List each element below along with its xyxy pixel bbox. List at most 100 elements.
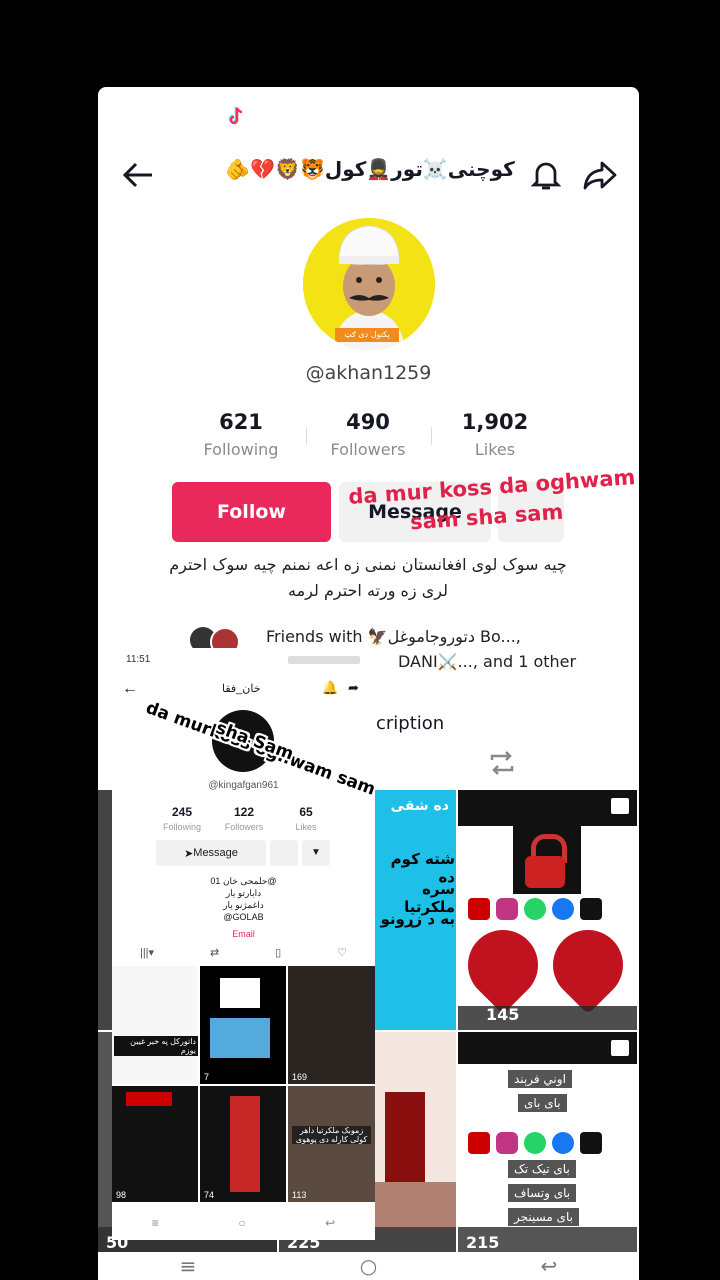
video-tile[interactable]: 98 — [112, 1086, 198, 1202]
message-label: Message — [193, 847, 238, 859]
subscription-text[interactable]: cription — [376, 713, 444, 734]
stat-followers[interactable]: 490 Followers — [308, 410, 428, 459]
stat-following[interactable]: 621 Following — [181, 410, 301, 459]
menu-nav-button[interactable]: ≡ — [180, 1254, 197, 1278]
divider — [431, 427, 432, 445]
tile-caption: داتورکل په خبر غیبن یوزم — [114, 1036, 198, 1056]
view-count: 145 — [486, 1005, 520, 1024]
follow-button[interactable]: Follow — [172, 482, 331, 542]
share-button[interactable] — [580, 155, 620, 195]
friends-text[interactable]: Friends with 🦅دتوروجاموغل Bo..., — [266, 627, 521, 646]
video-tile[interactable]: زموبک ملکرتیا داهر کولی کارله دی پوهوی 1… — [288, 1086, 375, 1202]
tiktok-logo-icon — [226, 105, 246, 127]
view-count: 7 — [204, 1072, 210, 1082]
share-icon[interactable]: ➦ — [348, 680, 359, 696]
system-nav-bar: ≡ ○ ↩ — [98, 1252, 639, 1280]
share-icon — [583, 161, 617, 190]
message-button[interactable]: ➤ Message — [156, 840, 266, 866]
video-tile[interactable]: 145 145 — [458, 790, 637, 1030]
notifications-button[interactable] — [526, 155, 566, 195]
view-count: 74 — [204, 1190, 215, 1200]
status-icons — [288, 656, 360, 664]
video-tile[interactable]: ده شقی شته کوم ده سره ملکرتیا به د زړونو — [375, 790, 456, 1030]
view-count: 98 — [116, 1190, 127, 1200]
video-tile[interactable] — [98, 790, 112, 1030]
stat-value: 1,902 — [461, 410, 529, 434]
tab-saved-icon[interactable]: ▯ — [275, 946, 281, 962]
bell-icon[interactable]: 🔔 — [322, 680, 338, 696]
tile-text: به د زړونو — [380, 910, 455, 928]
stat-value: 490 — [346, 410, 390, 434]
stat-label: Likes — [295, 822, 317, 832]
tabs-row: |||▾ ⇄ ▯ ♡ — [112, 946, 375, 962]
view-count: 113 — [292, 1190, 307, 1200]
stat-label: Following — [203, 440, 279, 459]
menu-label: بای تیک تک — [508, 1160, 576, 1178]
repost-tab-icon[interactable] — [488, 750, 516, 780]
avatar-badge: پکتول دی ګټ — [344, 330, 390, 339]
image-icon — [611, 1040, 629, 1056]
inner-title: خان_فقا — [222, 683, 261, 695]
home-nav-button[interactable]: ○ — [238, 1216, 245, 1236]
social-icons-row — [468, 1132, 628, 1154]
tab-videos-icon[interactable]: |||▾ — [140, 946, 154, 962]
back-arrow-icon[interactable]: ← — [122, 680, 138, 698]
stat-followers[interactable]: 122 Followers — [214, 805, 274, 832]
add-friend-button[interactable] — [270, 840, 298, 866]
lock-heart-image — [513, 826, 581, 894]
tile-text: ده شقی — [390, 798, 449, 814]
stat-value: 65 — [299, 805, 313, 819]
menu-label: بای بای — [518, 1094, 567, 1112]
bio-line: 01 حلمحی خان@ — [210, 876, 277, 886]
stat-following[interactable]: 245 Following — [152, 805, 212, 832]
arrow-left-icon — [122, 162, 152, 188]
bell-icon — [531, 162, 561, 190]
tile-caption: زموبک ملکرتیا داهر کولی کارله دی پوهوی — [292, 1126, 371, 1144]
video-tile[interactable]: اوني فرېند بای بای بای تیک تک بای وتساف … — [458, 1032, 637, 1252]
video-tile[interactable]: داتورکل په خبر غیبن یوزم — [112, 966, 198, 1084]
menu-label: بای مسینجر — [508, 1208, 579, 1226]
inner-nav-bar: ≡ ○ ↩ — [112, 1216, 375, 1236]
dropdown-button[interactable]: ▼ — [302, 840, 330, 866]
video-tile[interactable]: 169 — [288, 966, 375, 1084]
menu-label: اوني فرېند — [508, 1070, 572, 1088]
video-tile[interactable] — [375, 1032, 456, 1252]
video-tile[interactable] — [98, 1032, 112, 1252]
menu-nav-button[interactable]: ≡ — [152, 1216, 159, 1236]
video-tile[interactable]: 215 — [458, 1227, 637, 1252]
stat-value: 245 — [171, 805, 193, 819]
home-nav-button[interactable]: ○ — [360, 1254, 377, 1278]
back-button[interactable] — [118, 155, 158, 195]
tab-liked-icon[interactable]: ♡ — [337, 946, 347, 962]
stat-value: 122 — [233, 805, 255, 819]
stat-label: Followers — [224, 822, 264, 832]
view-count: 169 — [292, 1072, 308, 1082]
video-tile[interactable]: 7 — [200, 966, 286, 1084]
menu-label: بای وتساف — [508, 1184, 577, 1202]
social-icons-row — [468, 898, 628, 920]
stat-value: 621 — [219, 410, 263, 434]
bio-line: @GOLAB — [223, 912, 264, 922]
overlay-text: da mur koss da oghwam — [347, 465, 637, 509]
page-title: کوچنی☠️تور💂کول🐯🦁💔🫵 — [225, 157, 515, 181]
image-icon — [611, 798, 629, 814]
divider — [306, 427, 307, 445]
stat-likes[interactable]: 1,902 Likes — [435, 410, 555, 459]
avatar[interactable]: پکتول دی ګټ — [303, 218, 435, 350]
heart-graphic — [458, 915, 553, 1015]
view-count: 215 — [466, 1233, 500, 1252]
stat-label: Followers — [330, 440, 406, 459]
friends-text[interactable]: DANI⚔️..., and 1 other — [398, 652, 576, 671]
bio-line: داغمژنو یار — [223, 900, 264, 910]
video-tile[interactable]: 74 — [200, 1086, 286, 1202]
email-link[interactable]: Email — [112, 929, 375, 939]
tab-repost-icon[interactable]: ⇄ — [210, 946, 219, 962]
back-nav-button[interactable]: ↩ — [541, 1254, 558, 1278]
back-nav-button[interactable]: ↩ — [325, 1216, 335, 1236]
bio-line: دایارتو یار — [225, 888, 262, 898]
username: @akhan1259 — [305, 362, 432, 384]
bio-line: چیه سوک لوی افغانستان نمنی زه اعه نمنم چ… — [169, 555, 567, 574]
stat-likes[interactable]: 65 Likes — [276, 805, 336, 832]
stat-label: Likes — [474, 440, 516, 459]
status-time: 11:51 — [126, 654, 151, 665]
